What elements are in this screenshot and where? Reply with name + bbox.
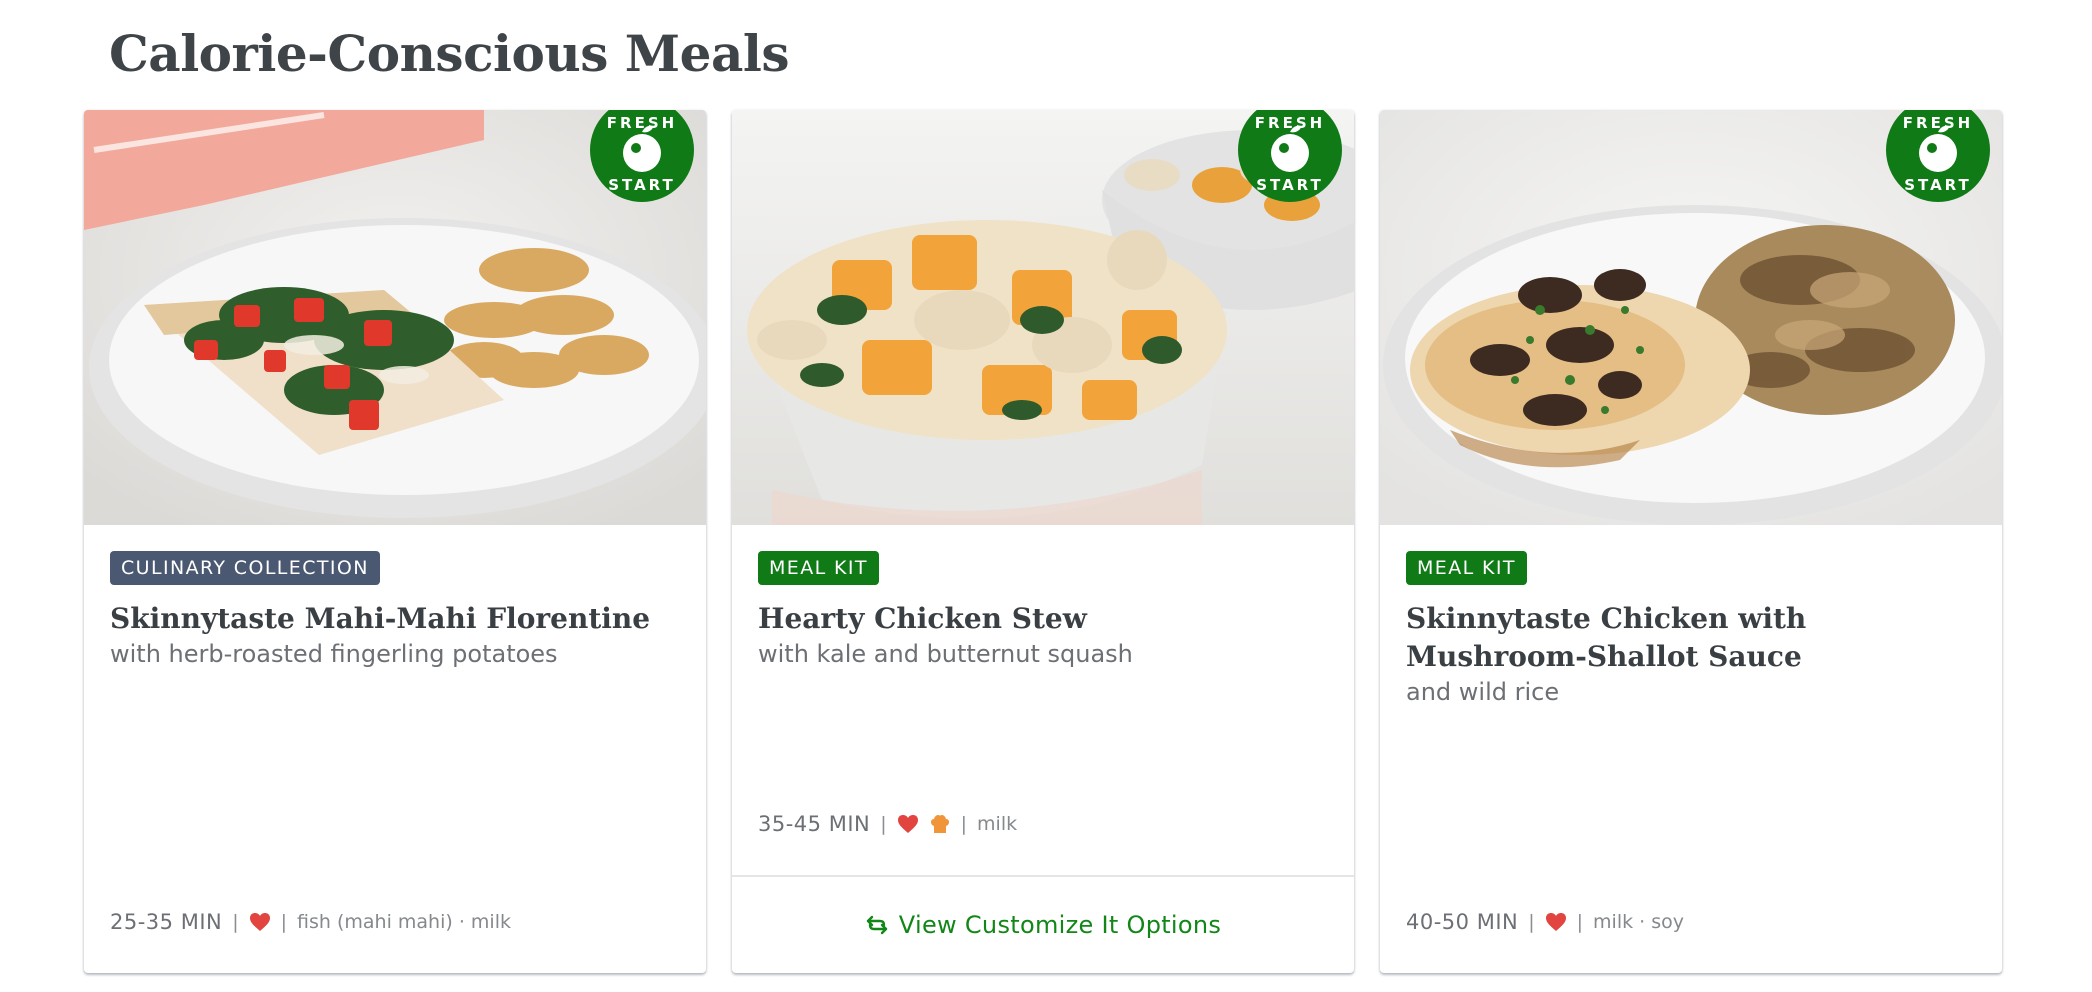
badge-top-text: FRESH	[607, 114, 677, 132]
meta-separator: |	[232, 911, 239, 933]
badge-top-text: FRESH	[1255, 114, 1325, 132]
meta-separator: |	[280, 911, 288, 933]
meal-subtitle: and wild rice	[1406, 678, 1560, 706]
view-customize-options-button[interactable]: View Customize It Options	[732, 875, 1354, 973]
meal-meta: 40-50 MIN | | milk · soy	[1406, 910, 1684, 934]
fresh-start-badge: FRESH START	[1238, 110, 1342, 202]
meal-type-tag: CULINARY COLLECTION	[110, 551, 380, 585]
chef-hat-icon	[930, 815, 949, 833]
meta-separator: |	[960, 813, 968, 835]
cook-time: 40-50 MIN	[1406, 910, 1519, 934]
allergen-list: milk	[977, 813, 1018, 835]
allergen-list: fish (mahi mahi) · milk	[297, 911, 511, 933]
meal-card-mahi-mahi[interactable]: FRESH START CULINARY COLLECTION Skinnyta…	[84, 110, 706, 973]
swap-arrows-icon	[866, 915, 887, 935]
meta-separator: |	[1528, 911, 1535, 933]
badge-bottom-text: START	[1904, 176, 1972, 194]
meal-card-chicken-stew[interactable]: FRESH START MEAL KIT Hearty Chicken Stew…	[732, 110, 1354, 973]
customize-label: View Customize It Options	[898, 911, 1222, 939]
meal-meta: 25-35 MIN | | fish (mahi mahi) · milk	[110, 910, 511, 934]
fresh-start-badge: FRESH START	[1886, 110, 1990, 202]
heart-icon	[1545, 913, 1566, 931]
badge-bottom-text: START	[608, 176, 676, 194]
badge-bottom-text: START	[1256, 176, 1324, 194]
meal-title[interactable]: Skinnytaste Chicken with Mushroom-Shallo…	[1406, 600, 1976, 676]
meal-card-chicken-mushroom[interactable]: FRESH START MEAL KIT Skinnytaste Chicken…	[1380, 110, 2002, 973]
heart-icon	[897, 815, 918, 833]
allergen-list: milk · soy	[1593, 911, 1684, 933]
meal-subtitle: with kale and butternut squash	[758, 640, 1133, 668]
badge-top-text: FRESH	[1903, 114, 1973, 132]
page-title: Calorie-Conscious Meals	[109, 24, 789, 83]
meta-separator: |	[880, 813, 887, 835]
meal-title[interactable]: Hearty Chicken Stew	[758, 600, 1328, 638]
meal-title[interactable]: Skinnytaste Mahi-Mahi Florentine	[110, 600, 680, 638]
cook-time: 35-45 MIN	[758, 812, 871, 836]
meal-meta: 35-45 MIN | | milk	[758, 812, 1017, 836]
meal-type-tag: MEAL KIT	[758, 551, 879, 585]
meal-type-tag: MEAL KIT	[1406, 551, 1527, 585]
meta-separator: |	[1576, 911, 1584, 933]
fresh-start-badge: FRESH START	[590, 110, 694, 202]
cook-time: 25-35 MIN	[110, 910, 223, 934]
meal-subtitle: with herb-roasted fingerling potatoes	[110, 640, 558, 668]
heart-icon	[249, 913, 270, 931]
